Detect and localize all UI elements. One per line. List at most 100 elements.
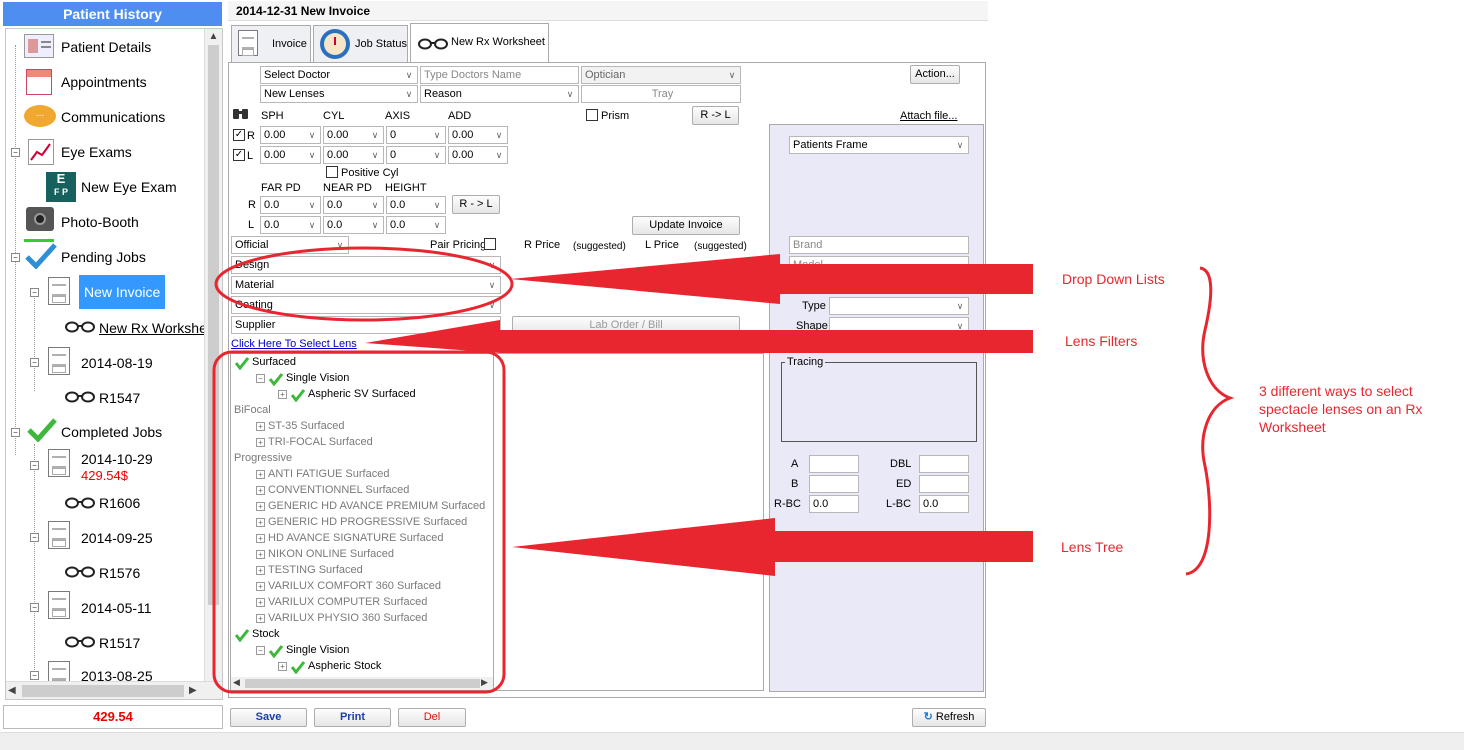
scroll-up-icon[interactable]: ▲ [205,29,222,45]
refresh-button[interactable]: ↻ Refresh [912,708,986,727]
sidebar-item-2014-08-19[interactable]: 2014-08-19 [81,355,153,371]
rx-r-sph[interactable]: 0.00 ∨ [260,126,321,144]
expand-toggle[interactable]: + [256,486,265,495]
collapse-toggle[interactable]: − [11,428,20,437]
expand-toggle[interactable]: + [256,582,265,591]
sidebar-item-pending-jobs[interactable]: Pending Jobs [61,249,146,265]
coating-dropdown[interactable]: Coating ∨ [231,296,501,314]
sidebar-item-r1606[interactable]: R1606 [99,495,140,511]
lens-tree-item[interactable]: Surfaced [252,356,296,368]
lens-tree-item[interactable]: GENERIC HD PROGRESSIVE Surfaced [268,516,467,528]
brand-input[interactable]: Brand [789,236,969,254]
scroll-left-icon[interactable]: ◀ [233,677,240,688]
update-invoice-button[interactable]: Update Invoice [632,216,740,235]
r-to-l-button[interactable]: R -> L [692,106,739,125]
expand-toggle[interactable]: + [256,598,265,607]
lens-tree-item[interactable]: VARILUX COMPUTER Surfaced [268,596,427,608]
sidebar-item-patient-details[interactable]: Patient Details [61,39,151,55]
binoculars-icon[interactable] [233,107,249,121]
collapse-toggle[interactable]: − [11,253,20,262]
lens-tree-item[interactable]: VARILUX PHYSIO 360 Surfaced [268,612,427,624]
lens-tree-item[interactable]: ANTI FATIGUE Surfaced [268,468,389,480]
lens-tree-hscroll[interactable]: ◀ ▶ [231,677,493,690]
new-lenses-dropdown[interactable]: New Lenses ∨ [260,85,418,103]
pd-r-far[interactable]: 0.0 ∨ [260,196,321,214]
sidebar-item-2014-10-29[interactable]: 2014-10-29 [81,451,153,467]
sidebar-item-eye-exams[interactable]: Eye Exams [61,144,132,160]
supplier-dropdown[interactable]: Supplier ∨ [231,316,501,334]
lens-tree-item[interactable]: HD AVANCE SIGNATURE Surfaced [268,532,443,544]
sidebar-item-2014-05-11[interactable]: 2014-05-11 [81,600,152,616]
lens-tree-item[interactable]: TESTING Surfaced [268,564,363,576]
sidebar-item-new-rx-worksheet[interactable]: New Rx Workshe [99,320,207,336]
a-input[interactable] [809,455,859,473]
sidebar-item-photo-booth[interactable]: Photo-Booth [61,214,139,230]
pd-l-near[interactable]: 0.0 ∨ [323,216,384,234]
rx-l-sph[interactable]: 0.00 ∨ [260,146,321,164]
lens-tree-item[interactable]: NIKON ONLINE Surfaced [268,548,394,560]
lens-tree-item[interactable]: BiFocal [234,404,271,416]
rx-r-axis[interactable]: 0 ∨ [386,126,446,144]
sidebar-item-completed-jobs[interactable]: Completed Jobs [61,424,162,440]
left-eye-checkbox[interactable]: ✓ [233,149,245,161]
scroll-right-icon[interactable]: ▶ [481,677,488,688]
scroll-thumb[interactable] [22,685,184,697]
sidebar-item-new-eye-exam[interactable]: New Eye Exam [81,179,177,195]
rx-l-add[interactable]: 0.00 ∨ [448,146,508,164]
collapse-toggle[interactable]: − [30,671,39,680]
sidebar-item-r1576[interactable]: R1576 [99,565,140,581]
shape-dropdown[interactable]: ∨ [829,317,969,335]
r-bc-input[interactable]: 0.0 [809,495,859,513]
pd-l-far[interactable]: 0.0 ∨ [260,216,321,234]
doctor-name-input[interactable]: Type Doctors Name [420,66,579,84]
rx-r-add[interactable]: 0.00 ∨ [448,126,508,144]
lens-tree-item[interactable]: TRI-FOCAL Surfaced [268,436,373,448]
scroll-thumb[interactable] [245,679,480,688]
expand-toggle[interactable]: + [256,534,265,543]
rx-r-cyl[interactable]: 0.00 ∨ [323,126,384,144]
official-dropdown[interactable]: Official ∨ [231,236,349,254]
expand-toggle[interactable]: + [278,662,287,671]
lens-tree-item[interactable]: ST-35 Surfaced [268,420,344,432]
type-dropdown[interactable]: ∨ [829,297,969,315]
sidebar-item-appointments[interactable]: Appointments [61,74,147,90]
material-dropdown[interactable]: Material ∨ [231,276,501,294]
lens-tree-item[interactable]: Aspheric Stock [308,660,381,672]
expand-toggle[interactable]: + [256,470,265,479]
expand-toggle[interactable]: + [256,422,265,431]
vertical-scrollbar[interactable]: ▲ [204,29,222,681]
scroll-left-icon[interactable]: ◀ [8,682,16,699]
design-dropdown[interactable]: Design ∨ [231,256,501,274]
tab-new-rx-worksheet[interactable]: New Rx Worksheet [410,23,549,63]
sidebar-item-r1547[interactable]: R1547 [99,390,140,406]
patients-frame-dropdown[interactable]: Patients Frame ∨ [789,136,969,154]
select-doctor-dropdown[interactable]: Select Doctor ∨ [260,66,418,84]
lens-tree-item[interactable]: Single Vision [286,644,349,656]
sidebar-item-communications[interactable]: Communications [61,109,165,125]
sidebar-item-new-invoice[interactable]: New Invoice [79,275,166,309]
expand-toggle[interactable]: + [256,518,265,527]
select-lens-link[interactable]: Click Here To Select Lens [231,338,357,351]
expand-toggle[interactable]: − [256,374,265,383]
pd-r-near[interactable]: 0.0 ∨ [323,196,384,214]
lens-tree-item[interactable]: VARILUX COMFORT 360 Surfaced [268,580,441,592]
right-eye-checkbox[interactable]: ✓ [233,129,245,141]
lens-tree-item[interactable]: Aspheric SV Surfaced [308,388,416,400]
ed-input[interactable] [919,475,969,493]
tab-job-status[interactable]: Job Status [313,25,408,62]
lens-tree-item[interactable]: CONVENTIONNEL Surfaced [268,484,409,496]
sidebar-item-r1517[interactable]: R1517 [99,635,140,651]
action-button[interactable]: Action... [910,65,960,84]
reason-dropdown[interactable]: Reason ∨ [420,85,579,103]
horizontal-scrollbar[interactable]: ◀ ▶ [6,681,222,699]
optician-dropdown[interactable]: Optician ∨ [581,66,741,84]
collapse-toggle[interactable]: − [30,461,39,470]
l-bc-input[interactable]: 0.0 [919,495,969,513]
rx-l-axis[interactable]: 0 ∨ [386,146,446,164]
lab-order-button[interactable]: Lab Order / Bill [512,316,740,335]
attach-file-link[interactable]: Attach file... [900,110,957,123]
tray-input[interactable]: Tray [581,85,741,103]
lens-tree-item[interactable]: Stock [252,628,280,640]
collapse-toggle[interactable]: − [30,288,39,297]
delete-button[interactable]: Del [398,708,466,727]
